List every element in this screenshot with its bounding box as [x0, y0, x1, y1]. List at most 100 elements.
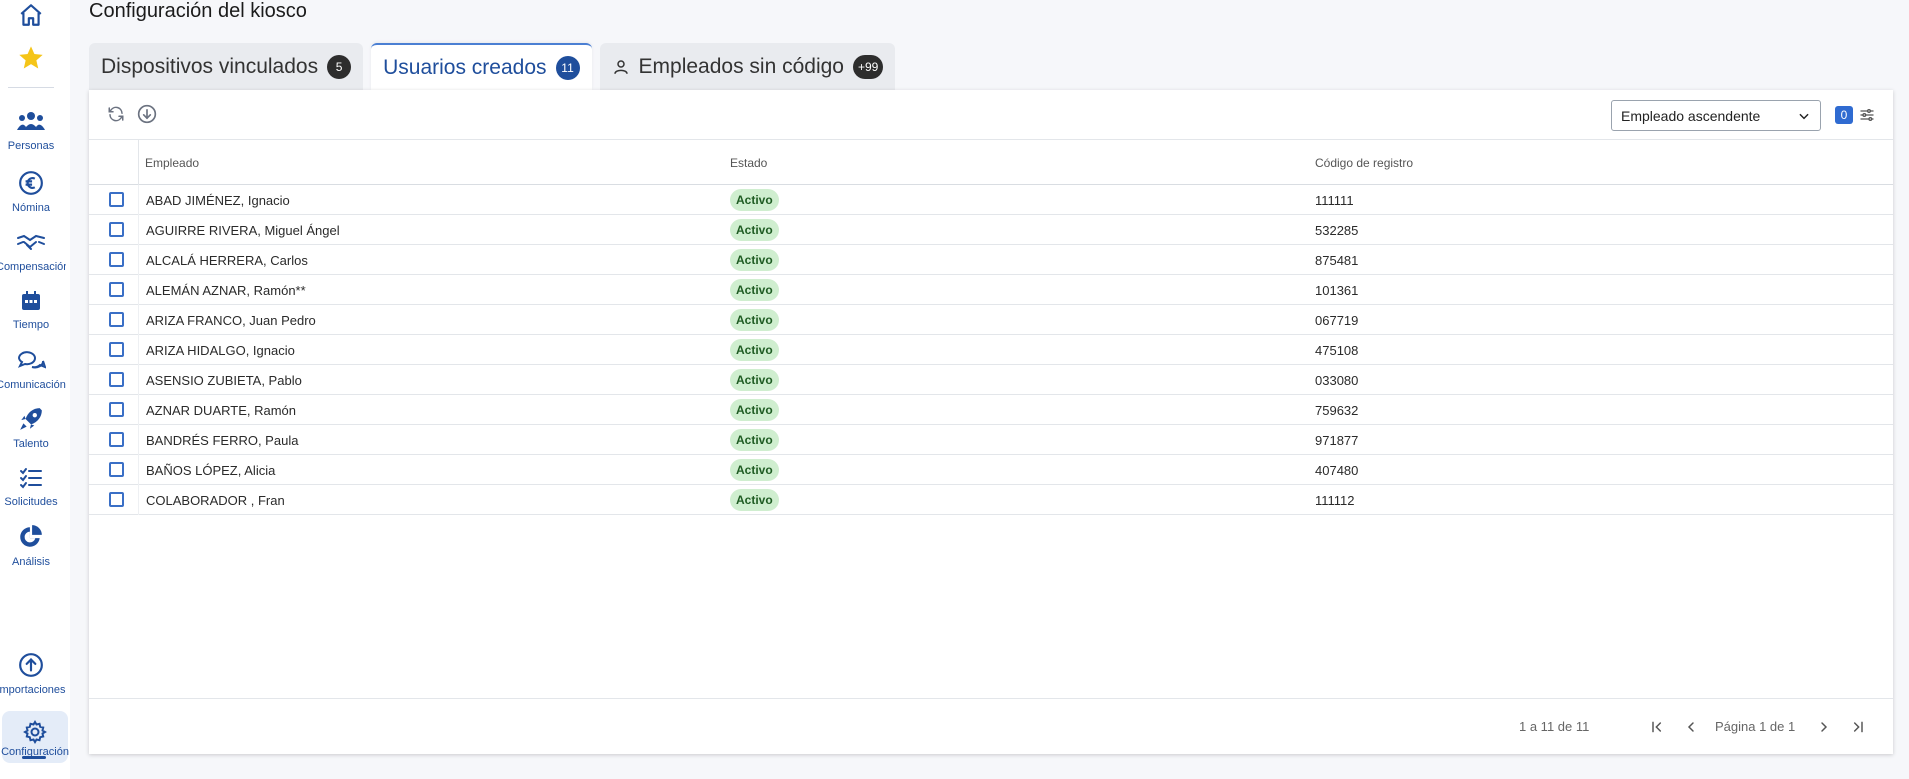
registration-code-cell: 101361 [1315, 282, 1359, 298]
last-page-button[interactable] [1847, 716, 1869, 738]
filter-settings-button[interactable] [1857, 105, 1877, 125]
handshake-icon [17, 234, 45, 250]
registration-code-cell: 067719 [1315, 312, 1359, 328]
sidebar-item-tiempo[interactable]: Tiempo [0, 289, 62, 331]
table-row[interactable]: AGUIRRE RIVERA, Miguel Ángel Activo 532285 [89, 215, 1893, 245]
checklist-icon [20, 468, 42, 489]
people-icon [17, 112, 45, 130]
users-table: Empleado Estado Código de registro ABAD … [89, 140, 1893, 515]
page-indicator: Página 1 de 1 [1715, 719, 1796, 734]
status-cell: Activo [730, 185, 779, 215]
row-checkbox[interactable] [109, 222, 124, 237]
table-row[interactable]: ALCALÁ HERRERA, Carlos Activo 875481 [89, 245, 1893, 275]
download-button[interactable] [136, 103, 158, 125]
registration-code-cell: 111112 [1315, 492, 1355, 508]
table-row[interactable]: ASENSIO ZUBIETA, Pablo Activo 033080 [89, 365, 1893, 395]
first-page-button[interactable] [1646, 716, 1668, 738]
tab-usuarios-creados[interactable]: Usuarios creados 11 [371, 43, 592, 90]
status-badge: Activo [730, 369, 779, 391]
table-row[interactable]: ALEMÁN AZNAR, Ramón** Activo 101361 [89, 275, 1893, 305]
sidebar-item-label: Importaciones [0, 684, 66, 696]
registration-code-cell: 875481 [1315, 252, 1359, 268]
status-cell: Activo [730, 455, 779, 485]
sidebar-item-configuracion[interactable]: Configuración [1, 711, 69, 763]
row-checkbox[interactable] [109, 372, 124, 387]
sliders-icon [1860, 109, 1874, 121]
refresh-button[interactable] [105, 103, 127, 125]
registration-code-cell: 475108 [1315, 342, 1359, 358]
table-row[interactable]: ARIZA FRANCO, Juan Pedro Activo 067719 [89, 305, 1893, 335]
registration-code-cell: 971877 [1315, 432, 1359, 448]
employee-name-cell: ALEMÁN AZNAR, Ramón** [146, 282, 306, 298]
sidebar-divider [8, 87, 54, 88]
column-header-codigo[interactable]: Código de registro [1315, 140, 1413, 185]
favorites-button[interactable] [0, 44, 62, 72]
row-checkbox[interactable] [109, 342, 124, 357]
first-page-icon [1652, 721, 1662, 733]
registration-code-cell: 759632 [1315, 402, 1359, 418]
table-row[interactable]: AZNAR DUARTE, Ramón Activo 759632 [89, 395, 1893, 425]
sidebar-item-talento[interactable]: Talento [0, 406, 62, 450]
column-separator [138, 455, 139, 485]
column-header-empleado[interactable]: Empleado [145, 140, 199, 185]
tab-count-badge: 5 [327, 54, 352, 79]
pagination-bar: 1 a 11 de 11 Página 1 de 1 [89, 698, 1893, 754]
sidebar-item-label: Tiempo [12, 319, 50, 331]
sidebar-item-label: Solicitudes [4, 496, 58, 508]
tab-dispositivos-vinculados[interactable]: Dispositivos vinculados 5 [89, 43, 364, 90]
status-badge: Activo [730, 309, 779, 331]
table-row[interactable]: ABAD JIMÉNEZ, Ignacio Activo 111111 [89, 185, 1893, 215]
table-row[interactable]: BAÑOS LÓPEZ, Alicia Activo 407480 [89, 455, 1893, 485]
status-badge: Activo [730, 279, 779, 301]
active-indicator [22, 756, 46, 759]
row-checkbox[interactable] [109, 312, 124, 327]
row-checkbox[interactable] [109, 252, 124, 267]
tab-bar: Dispositivos vinculados 5 Usuarios cread… [89, 43, 896, 90]
status-badge: Activo [730, 339, 779, 361]
status-cell: Activo [730, 365, 779, 395]
column-separator [138, 335, 139, 365]
sidebar-item-personas[interactable]: Personas [0, 110, 62, 152]
previous-page-button[interactable] [1680, 716, 1702, 738]
sidebar-item-label: Análisis [12, 556, 50, 568]
row-checkbox[interactable] [109, 462, 124, 477]
tab-count-badge: +99 [852, 54, 884, 79]
home-button[interactable] [0, 2, 62, 28]
sidebar-item-label: Comunicación [0, 379, 66, 391]
sidebar-item-label: Nómina [12, 202, 50, 214]
next-page-button[interactable] [1813, 716, 1835, 738]
sidebar-item-nomina[interactable]: Nómina [0, 170, 62, 214]
sidebar-item-label: Compensación [0, 261, 66, 273]
sidebar-item-importaciones[interactable]: Importaciones [0, 652, 66, 696]
registration-code-cell: 532285 [1315, 222, 1359, 238]
row-checkbox[interactable] [109, 432, 124, 447]
sidebar-item-analisis[interactable]: Análisis [0, 524, 62, 568]
page-title: Configuración del kiosco [89, 0, 307, 22]
column-separator [138, 215, 139, 245]
status-cell: Activo [730, 485, 779, 515]
tab-label: Empleados sin código [638, 54, 844, 78]
tab-empleados-sin-codigo[interactable]: Empleados sin código +99 [599, 43, 896, 90]
table-row[interactable]: BANDRÉS FERRO, Paula Activo 971877 [89, 425, 1893, 455]
column-header-estado[interactable]: Estado [730, 140, 767, 185]
pie-chart-icon [20, 525, 42, 547]
calendar-icon [22, 291, 40, 310]
table-row[interactable]: COLABORADOR , Fran Activo 111112 [89, 485, 1893, 515]
chevron-right-icon [1821, 722, 1828, 732]
status-cell: Activo [730, 395, 779, 425]
row-checkbox[interactable] [109, 282, 124, 297]
sidebar-item-solicitudes[interactable]: Solicitudes [0, 466, 62, 508]
column-separator [138, 395, 139, 425]
table-row[interactable]: ARIZA HIDALGO, Ignacio Activo 475108 [89, 335, 1893, 365]
sort-select[interactable]: Empleado ascendente [1611, 100, 1821, 131]
refresh-icon [108, 106, 124, 122]
sidebar-item-comunicacion[interactable]: Comunicación [0, 347, 66, 391]
row-checkbox[interactable] [109, 402, 124, 417]
euro-icon [19, 171, 43, 195]
chat-icon [17, 351, 46, 369]
sidebar-item-compensacion[interactable]: Compensación [0, 229, 66, 273]
status-cell: Activo [730, 245, 779, 275]
row-checkbox[interactable] [109, 492, 124, 507]
row-checkbox[interactable] [109, 192, 124, 207]
employee-name-cell: BAÑOS LÓPEZ, Alicia [146, 462, 276, 478]
